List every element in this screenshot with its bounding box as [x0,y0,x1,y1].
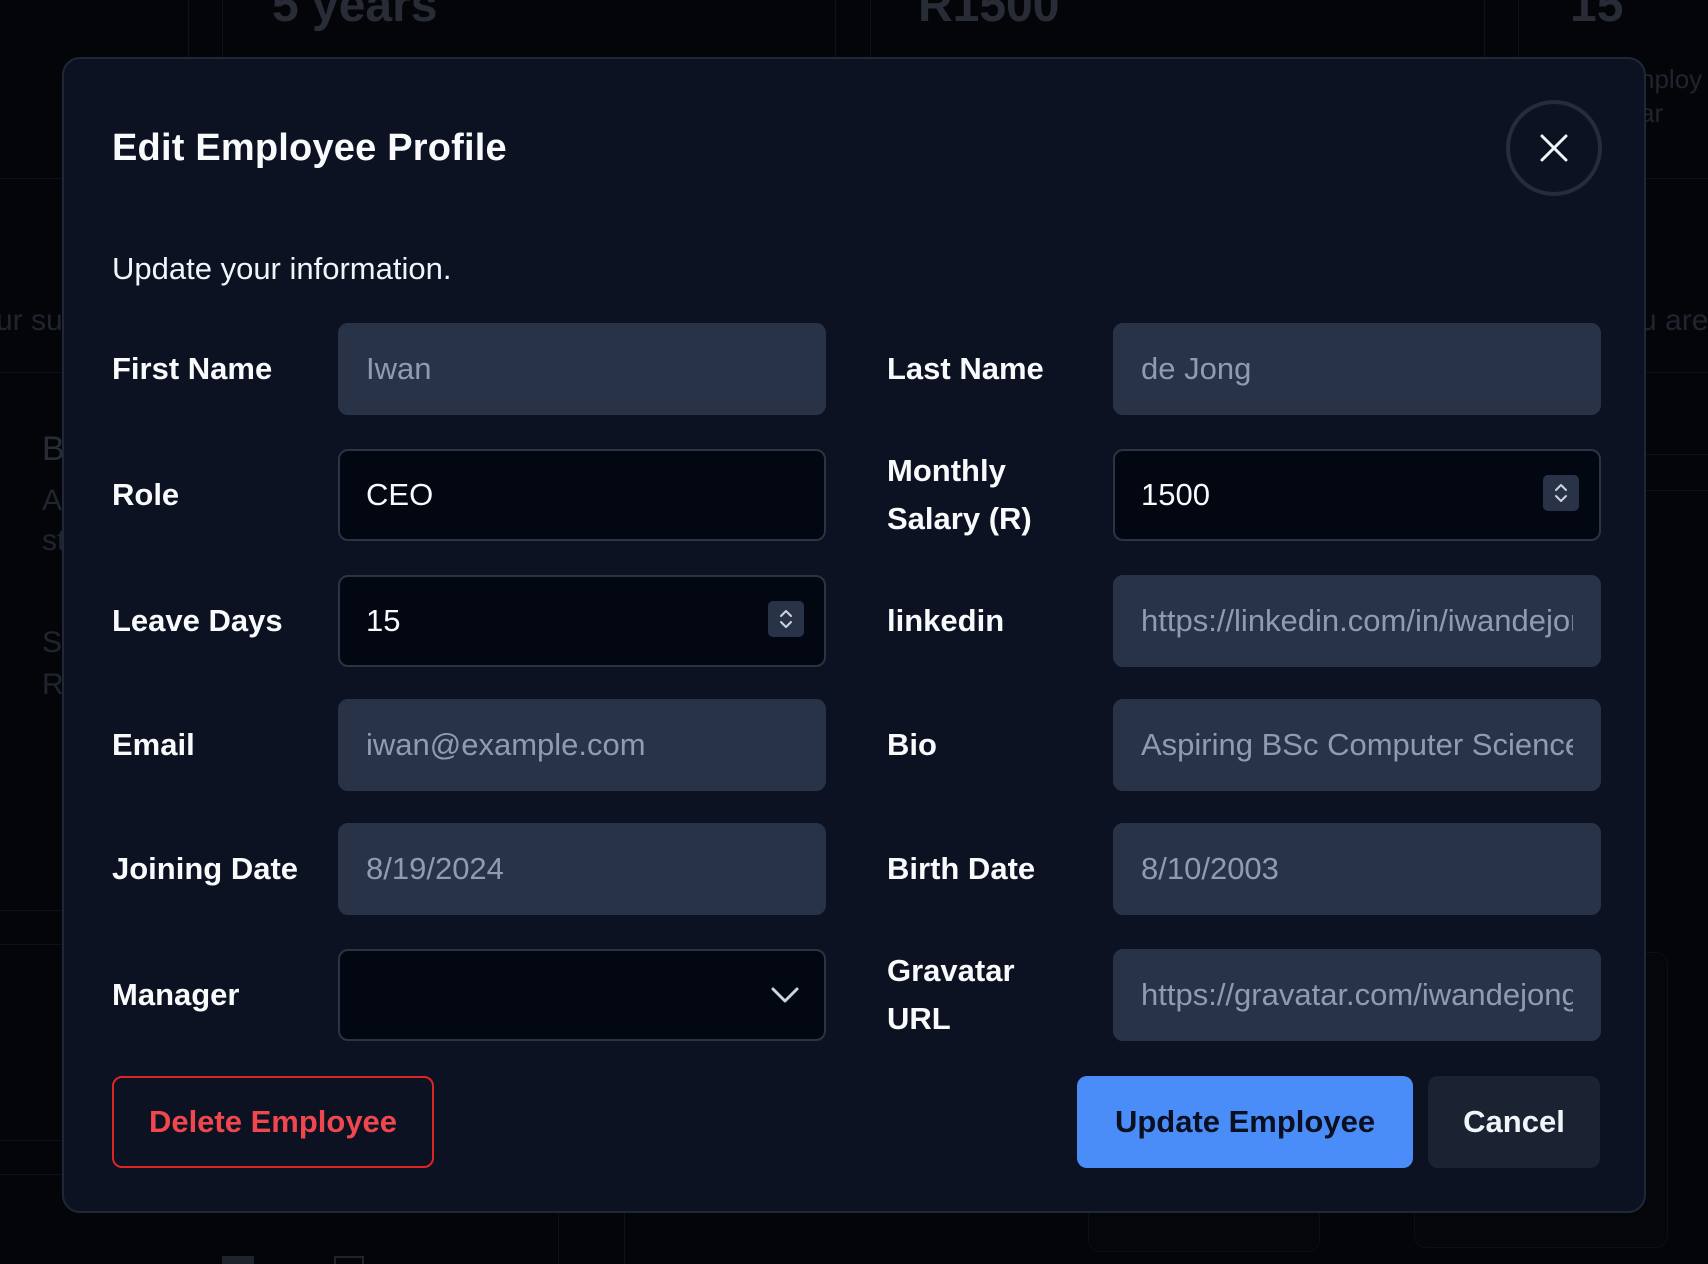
monthly-salary-stepper[interactable] [1543,475,1579,511]
bio-label: Bio [887,727,937,762]
first-name-input[interactable] [338,323,826,415]
delete-employee-button[interactable]: Delete Employee [112,1076,434,1168]
leave-days-stepper[interactable] [768,601,804,637]
linkedin-input[interactable] [1113,575,1601,667]
manager-label: Manager [112,977,240,1012]
monthly-salary-field [1113,449,1601,541]
last-name-input[interactable] [1113,323,1601,415]
update-employee-button[interactable]: Update Employee [1077,1076,1413,1168]
joining-date-input[interactable] [338,823,826,915]
edit-employee-dialog: Edit Employee Profile Update your inform… [62,57,1646,1213]
gravatar-url-label: Gravatar URL [887,953,1015,1036]
cancel-button[interactable]: Cancel [1428,1076,1600,1168]
leave-days-field [338,575,826,667]
joining-date-label: Joining Date [112,851,299,886]
role-label: Role [112,477,180,512]
email-label: Email [112,727,195,762]
email-input[interactable] [338,699,826,791]
last-name-label: Last Name [887,351,1044,386]
role-input[interactable] [338,449,826,541]
stepper-icon [1555,484,1567,502]
stepper-icon [780,610,792,628]
birth-date-label: Birth Date [887,851,1036,886]
manager-select[interactable] [338,949,826,1041]
leave-days-input[interactable] [338,575,826,667]
dialog-description: Update your information. [112,251,452,286]
first-name-label: First Name [112,351,273,386]
manager-select-box [338,949,826,1041]
monthly-salary-input[interactable] [1113,449,1601,541]
close-button[interactable] [1506,100,1602,196]
birth-date-input[interactable] [1113,823,1601,915]
linkedin-label: linkedin [887,603,1005,638]
bio-input[interactable] [1113,699,1601,791]
leave-days-label: Leave Days [112,603,283,638]
monthly-salary-label: Monthly Salary (R) [887,453,1032,536]
dialog-title: Edit Employee Profile [112,127,507,169]
close-icon [1540,134,1568,162]
chevron-down-icon [771,987,799,1003]
gravatar-url-input[interactable] [1113,949,1601,1041]
